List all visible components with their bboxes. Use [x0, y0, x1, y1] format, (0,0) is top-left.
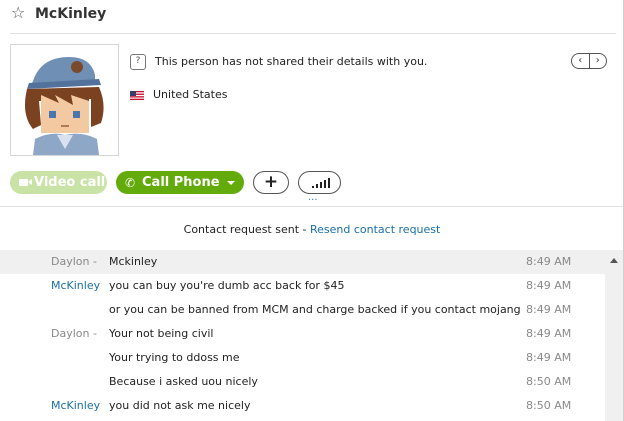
details-note-row: ? This person has not shared their detai…: [130, 54, 427, 70]
message-text: you can buy you're dumb acc back for $45: [109, 279, 345, 292]
call-phone-button[interactable]: ✆ Call Phone: [116, 171, 244, 194]
message-text: Your trying to ddoss me: [109, 351, 240, 364]
more-handle[interactable]: ···: [308, 196, 318, 206]
contact-request-status: Contact request sent: [183, 223, 300, 236]
contact-name: McKinley: [35, 6, 107, 22]
message-text: Because i asked uou nicely: [109, 375, 258, 388]
signal-bars-icon: [312, 178, 330, 188]
video-call-button[interactable]: Video call: [10, 171, 107, 194]
profile-nav: ‹ ›: [571, 53, 607, 69]
nav-next-button[interactable]: ›: [590, 54, 607, 68]
message-row[interactable]: McKinley you can buy you're dumb acc bac…: [0, 274, 605, 298]
message-row[interactable]: McKinley you did not ask me nicely 8:50 …: [0, 394, 605, 418]
message-text: Mckinley: [109, 255, 158, 268]
country-row: United States: [130, 88, 228, 102]
details-note: This person has not shared their details…: [155, 55, 428, 68]
chevron-down-icon[interactable]: [227, 181, 235, 185]
separator: -: [299, 223, 310, 236]
conversation-header: ☆ McKinley: [0, 0, 624, 30]
message-time: 8:49 AM: [526, 279, 572, 292]
message-row[interactable]: Because i asked uou nicely 8:50 AM: [0, 370, 605, 394]
message-sender: Daylon -: [51, 255, 97, 268]
message-time: 8:50 AM: [526, 375, 572, 388]
message-row[interactable]: or you can be banned from MCM and charge…: [0, 298, 605, 322]
message-sender: McKinley: [51, 279, 101, 292]
message-sender: McKinley: [51, 399, 101, 412]
divider: [10, 33, 616, 34]
country-label: United States: [153, 88, 228, 101]
message-text: you did not ask me nicely: [109, 399, 251, 412]
divider: [0, 206, 624, 207]
question-icon: ?: [130, 54, 146, 70]
message-text: or you can be banned from MCM and charge…: [109, 303, 521, 316]
message-sender: Daylon -: [51, 327, 97, 340]
avatar[interactable]: [10, 44, 119, 156]
message-time: 8:50 AM: [526, 399, 572, 412]
message-row[interactable]: Your trying to ddoss me 8:49 AM: [0, 346, 605, 370]
star-icon[interactable]: ☆: [11, 4, 25, 22]
resend-contact-request-link[interactable]: Resend contact request: [310, 223, 440, 236]
plus-icon: +: [263, 172, 279, 192]
message-list: Daylon - Mckinley 8:49 AM McKinley you c…: [0, 250, 605, 418]
nav-prev-button[interactable]: ‹: [572, 54, 589, 68]
call-phone-label: Call Phone: [142, 175, 220, 190]
message-row[interactable]: Daylon - Your not being civil 8:49 AM: [0, 322, 605, 346]
message-time: 8:49 AM: [526, 255, 572, 268]
video-camera-icon: [19, 179, 32, 186]
call-quality-button[interactable]: [298, 171, 341, 194]
message-row[interactable]: Daylon - Mckinley 8:49 AM: [0, 250, 605, 274]
avatar-image: [11, 45, 118, 155]
message-time: 8:49 AM: [526, 303, 572, 316]
video-call-label: Video call: [34, 175, 106, 190]
contact-request-banner: Contact request sent - Resend contact re…: [0, 223, 624, 237]
message-time: 8:49 AM: [526, 327, 572, 340]
message-time: 8:49 AM: [526, 351, 572, 364]
message-scrollbar[interactable]: [605, 250, 624, 421]
us-flag-icon: [130, 90, 144, 100]
conversation-window: ☆ McKinley ? This person has not shared …: [0, 0, 624, 421]
add-button[interactable]: +: [253, 171, 289, 194]
message-text: Your not being civil: [109, 327, 214, 340]
scroll-up-arrow-icon[interactable]: [610, 258, 618, 263]
phone-icon: ✆: [125, 176, 136, 190]
